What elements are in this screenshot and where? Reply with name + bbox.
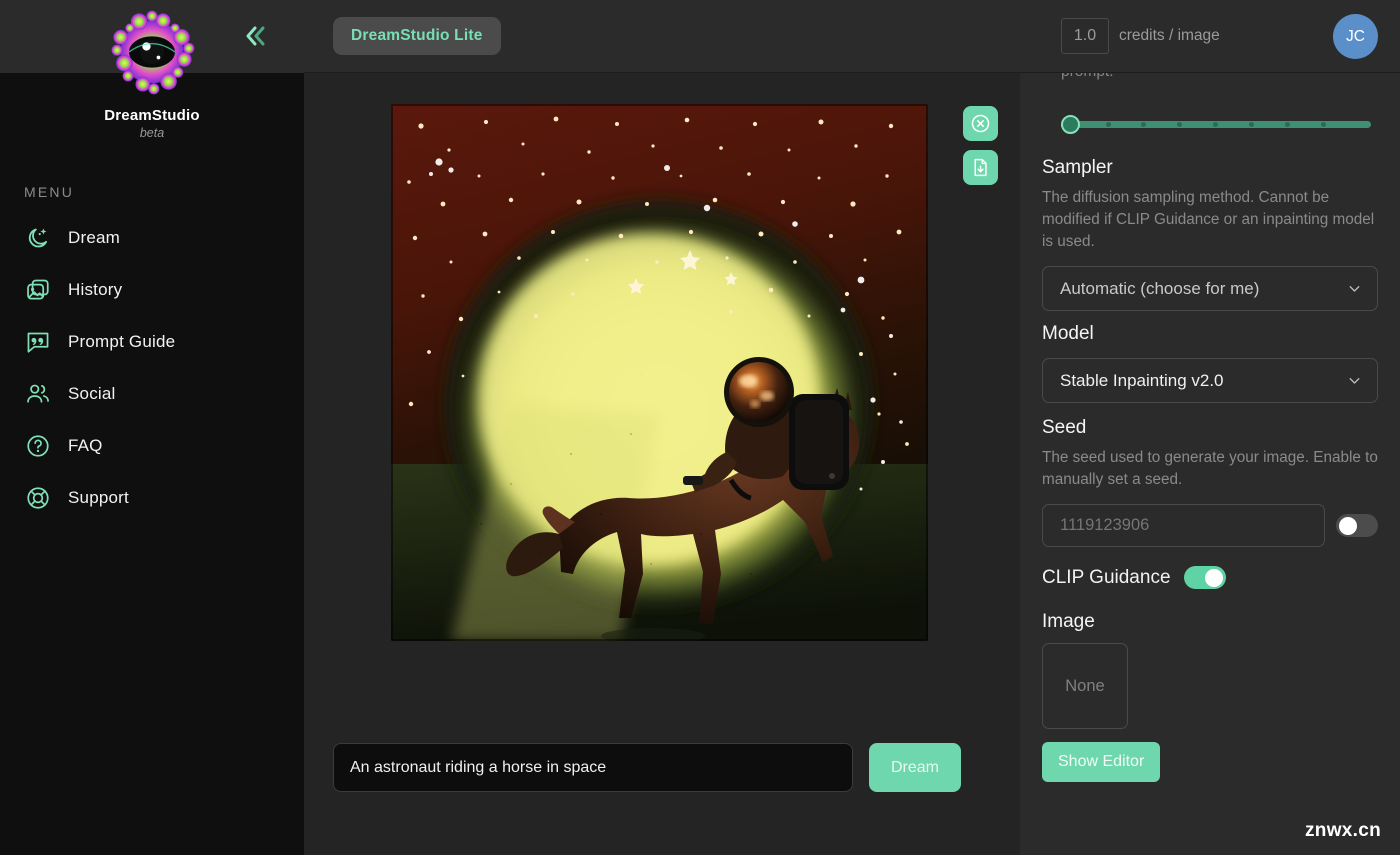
main-canvas-column: DreamStudio Lite An astronaut riding a h… xyxy=(304,0,1020,855)
dreamstudio-logo xyxy=(106,6,198,98)
sidebar-item-label: Prompt Guide xyxy=(68,332,176,351)
seed-section: Seed The seed used to generate your imag… xyxy=(1042,417,1378,547)
brand-beta-tag: beta xyxy=(139,126,165,140)
images-icon xyxy=(24,276,52,304)
clip-guidance-toggle[interactable] xyxy=(1183,566,1226,589)
prompt-row: Dream xyxy=(333,743,961,792)
toggle-knob xyxy=(1204,568,1223,587)
dreamstudio-lite-chip[interactable]: DreamStudio Lite xyxy=(333,17,501,55)
slider-tick xyxy=(1213,122,1218,127)
menu-heading: MENU xyxy=(24,184,75,200)
slider-tick xyxy=(1177,122,1182,127)
sidebar-menu: Dream History Prompt Guide Social FAQ Su… xyxy=(0,212,304,524)
dream-button[interactable]: Dream xyxy=(869,743,961,792)
question-circle-icon xyxy=(24,432,52,460)
lifebuoy-icon xyxy=(24,484,52,512)
quote-bubble-icon xyxy=(24,328,52,356)
settings-scroll-area[interactable]: prompt. Sampler The diffusion sampling m… xyxy=(1020,63,1400,855)
toggle-knob xyxy=(1339,516,1357,535)
credits-label: credits / image xyxy=(1119,27,1220,44)
settings-panel: 1.0 credits / image JC prompt. Sampler T… xyxy=(1020,0,1400,855)
model-selected-value: Stable Inpainting v2.0 xyxy=(1060,370,1224,390)
sampler-select[interactable]: Automatic (choose for me) xyxy=(1042,266,1378,311)
people-icon xyxy=(24,380,52,408)
sidebar-item-prompt-guide[interactable]: Prompt Guide xyxy=(0,316,304,368)
model-title: Model xyxy=(1042,323,1094,344)
main-topbar: DreamStudio Lite xyxy=(304,0,1020,73)
brand-block: DreamStudio beta xyxy=(0,107,304,140)
generated-image-render xyxy=(391,104,928,641)
sampler-title: Sampler xyxy=(1042,157,1113,178)
sampler-selected-value: Automatic (choose for me) xyxy=(1060,278,1260,298)
brand-name: DreamStudio xyxy=(104,107,200,124)
slider-tick xyxy=(1141,122,1146,127)
cfg-scale-slider[interactable] xyxy=(1061,115,1371,134)
sidebar-item-dream[interactable]: Dream xyxy=(0,212,304,264)
file-download-icon xyxy=(974,158,987,177)
seed-row xyxy=(1042,504,1378,547)
slider-tick xyxy=(1321,122,1326,127)
sidebar-item-label: FAQ xyxy=(68,436,103,455)
sidebar-item-label: Support xyxy=(68,488,129,507)
watermark: znwx.cn xyxy=(1304,820,1381,841)
moon-sparkle-icon xyxy=(24,224,52,252)
sampler-section: Sampler The diffusion sampling method. C… xyxy=(1042,157,1378,311)
collapse-sidebar-button[interactable] xyxy=(238,18,274,54)
image-tools xyxy=(963,106,998,185)
slider-tick xyxy=(1106,122,1111,127)
sampler-description: The diffusion sampling method. Cannot be… xyxy=(1042,189,1375,250)
seed-description: The seed used to generate your image. En… xyxy=(1042,449,1378,488)
settings-panel-topbar: 1.0 credits / image JC xyxy=(1020,0,1400,73)
sidebar-item-history[interactable]: History xyxy=(0,264,304,316)
sidebar-item-faq[interactable]: FAQ xyxy=(0,420,304,472)
avatar[interactable]: JC xyxy=(1333,14,1378,59)
close-image-button[interactable] xyxy=(963,106,998,141)
image-title: Image xyxy=(1042,611,1095,632)
credits-value: 1.0 xyxy=(1061,18,1109,54)
download-image-button[interactable] xyxy=(963,150,998,185)
show-editor-button[interactable]: Show Editor xyxy=(1042,742,1161,782)
seed-toggle[interactable] xyxy=(1336,514,1378,537)
app-root: DreamStudio beta MENU Dream History Prom… xyxy=(0,0,1400,855)
clip-guidance-row: CLIP Guidance xyxy=(1042,566,1378,589)
model-select[interactable]: Stable Inpainting v2.0 xyxy=(1042,358,1378,403)
clip-guidance-label: CLIP Guidance xyxy=(1042,566,1171,588)
sidebar-item-label: Dream xyxy=(68,228,121,247)
canvas-area: Dream xyxy=(304,73,1020,855)
seed-input[interactable] xyxy=(1042,504,1325,547)
slider-thumb[interactable] xyxy=(1061,115,1080,134)
slider-tick xyxy=(1285,122,1290,127)
splatter-eye-logo xyxy=(111,10,195,95)
slider-tick xyxy=(1249,122,1254,127)
image-section: Image None Show Editor xyxy=(1042,611,1378,782)
prompt-input[interactable] xyxy=(333,743,853,792)
sidebar-item-social[interactable]: Social xyxy=(0,368,304,420)
chevron-double-left-icon xyxy=(246,26,265,46)
chevron-down-icon xyxy=(1349,286,1360,292)
sidebar-item-label: History xyxy=(68,280,123,299)
sidebar-item-label: Social xyxy=(68,384,116,403)
sidebar-item-support[interactable]: Support xyxy=(0,472,304,524)
image-none-label: None xyxy=(1065,676,1105,695)
chevron-down-icon xyxy=(1349,378,1360,384)
model-section: Model Stable Inpainting v2.0 xyxy=(1042,323,1378,403)
generated-image[interactable] xyxy=(391,104,928,641)
image-upload-slot[interactable]: None xyxy=(1042,643,1128,729)
seed-title: Seed xyxy=(1042,417,1087,438)
close-circle-icon xyxy=(971,114,990,133)
sidebar: DreamStudio beta MENU Dream History Prom… xyxy=(0,0,304,855)
